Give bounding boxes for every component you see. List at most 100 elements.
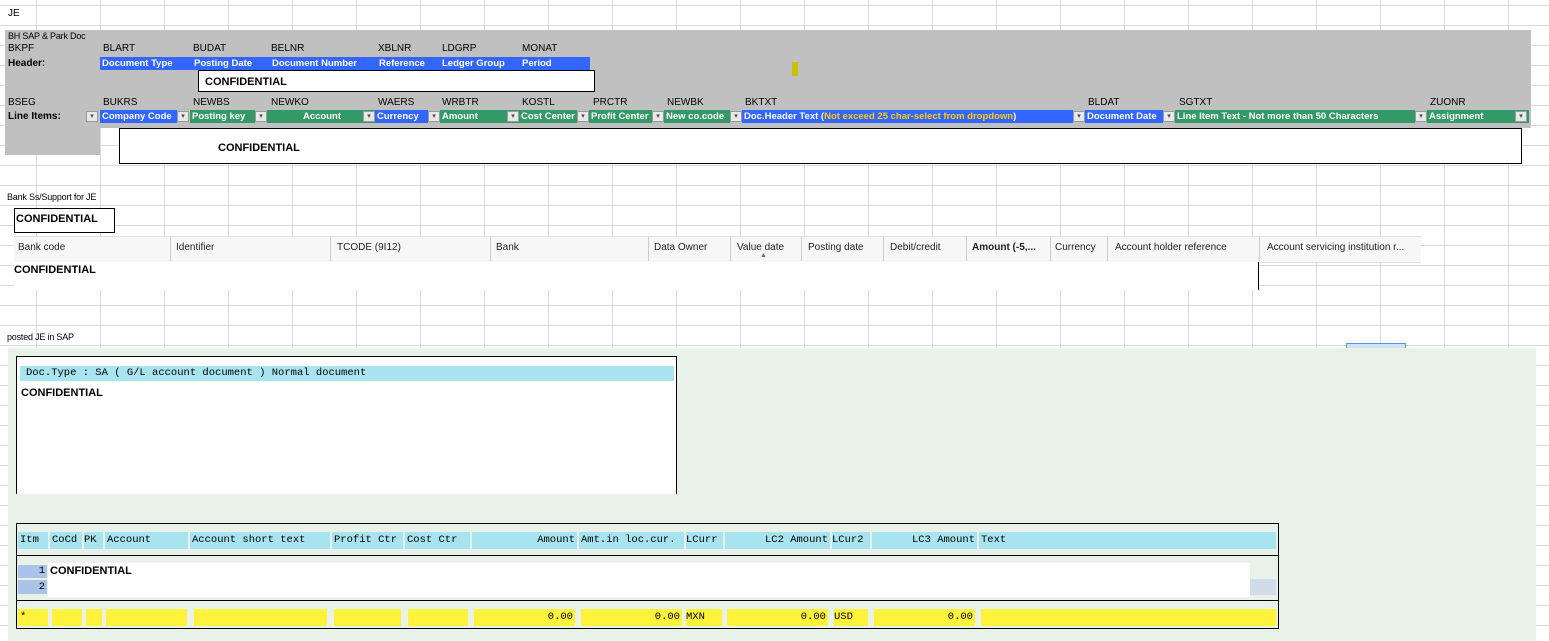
- doc-confidential: CONFIDENTIAL: [21, 387, 103, 399]
- dropdown-arrow-icon[interactable]: ▾: [363, 111, 375, 122]
- col-data-owner[interactable]: Data Owner: [654, 242, 707, 253]
- code-bktxt: BKTXT: [745, 97, 778, 108]
- col-tcode[interactable]: TCODE (9I12): [337, 242, 401, 253]
- confidential-text: CONFIDENTIAL: [218, 142, 300, 154]
- bank-confidential-box: CONFIDENTIAL: [14, 208, 115, 233]
- doc-type-header: Doc.Type : SA ( G/L account document ) N…: [20, 366, 674, 381]
- doc-header-close: ): [1013, 111, 1017, 122]
- field-line-item-text[interactable]: Line Item Text - Not more than 50 Charac…: [1175, 110, 1415, 123]
- th-amt-loc-cur: Amt.in loc.cur.: [579, 532, 684, 549]
- doc-header-text-label: Doc.Header Text (: [744, 111, 825, 122]
- field-doc-header-text[interactable]: Doc.Header Text (Not exceed 25 char-sele…: [742, 110, 1073, 123]
- code-budat: BUDAT: [193, 43, 227, 54]
- code-prctr: PRCTR: [593, 97, 628, 108]
- dropdown-arrow-icon[interactable]: ▾: [577, 111, 589, 122]
- th-pk: PK: [84, 532, 103, 549]
- code-xblnr: XBLNR: [378, 43, 412, 54]
- dropdown-arrow-icon[interactable]: ▾: [255, 111, 267, 122]
- dropdown-arrow-icon[interactable]: ▾: [1415, 111, 1427, 122]
- col-bank-code[interactable]: Bank code: [18, 242, 65, 253]
- th-itm: Itm: [18, 532, 48, 549]
- th-profit-ctr: Profit Ctr: [332, 532, 403, 549]
- dropdown-arrow-icon[interactable]: ▾: [507, 111, 519, 122]
- rows-confidential: CONFIDENTIAL: [50, 565, 132, 577]
- total-lcur2: USD: [834, 609, 868, 626]
- th-amount: Amount: [472, 532, 577, 549]
- rows-confidential-area: [48, 563, 1250, 597]
- dropdown-arrow-icon[interactable]: ▾: [177, 111, 189, 122]
- header-document-type[interactable]: Document Type: [100, 57, 192, 70]
- code-newbs: NEWBS: [193, 97, 230, 108]
- dropdown-arrow-icon[interactable]: ▾: [652, 111, 664, 122]
- total-marker: *: [18, 609, 48, 626]
- field-cost-center[interactable]: Cost Center: [519, 110, 577, 123]
- code-ldgrp: LDGRP: [442, 43, 477, 54]
- field-profit-center[interactable]: Profit Center: [589, 110, 652, 123]
- col-posting-date[interactable]: Posting date: [808, 242, 864, 253]
- yellow-marker: [792, 62, 798, 76]
- dropdown-arrow-icon[interactable]: ▾: [86, 111, 98, 122]
- dropdown-arrow-icon[interactable]: ▾: [428, 111, 440, 122]
- code-sgtxt: SGTXT: [1179, 97, 1213, 108]
- total-pk[interactable]: [86, 609, 102, 626]
- col-currency[interactable]: Currency: [1055, 242, 1096, 253]
- bseg-label: BSEG: [8, 97, 36, 108]
- field-currency[interactable]: Currency: [375, 110, 428, 123]
- dropdown-arrow-icon[interactable]: ▾: [1163, 111, 1175, 122]
- header-period[interactable]: Period: [520, 57, 590, 70]
- th-cocd: CoCd: [50, 532, 82, 549]
- bank-row: [14, 262, 1258, 290]
- total-account[interactable]: [106, 609, 187, 626]
- sort-ascending-icon: ▲: [760, 252, 767, 259]
- field-assignment[interactable]: Assignment: [1427, 110, 1529, 123]
- total-profit-ctr[interactable]: [334, 609, 401, 626]
- header-posting-date[interactable]: Posting Date: [192, 57, 270, 70]
- code-belnr: BELNR: [271, 43, 305, 54]
- dropdown-arrow-icon[interactable]: ▾: [1515, 111, 1527, 122]
- col-account-holder-reference[interactable]: Account holder reference: [1115, 242, 1227, 253]
- sap-panel-left: [5, 128, 100, 155]
- total-short-text[interactable]: [194, 609, 327, 626]
- bank-section-title: Bank Ss/Support for JE: [7, 192, 97, 202]
- confidential-text: CONFIDENTIAL: [16, 213, 98, 225]
- th-account: Account: [105, 532, 188, 549]
- col-account-servicing-institution[interactable]: Account servicing institution r...: [1267, 242, 1404, 253]
- total-amount: 0.00: [474, 609, 575, 626]
- total-lcurr: MXN: [686, 609, 722, 626]
- confidential-text: CONFIDENTIAL: [205, 76, 287, 88]
- row-number-2[interactable]: 2: [18, 580, 47, 594]
- col-identifier[interactable]: Identifier: [176, 242, 214, 253]
- code-zuonr: ZUONR: [1430, 97, 1466, 108]
- field-new-co-code[interactable]: New co.code: [664, 110, 730, 123]
- total-cost-ctr[interactable]: [408, 609, 468, 626]
- total-text[interactable]: [981, 609, 1276, 626]
- dropdown-arrow-icon[interactable]: ▾: [1073, 111, 1085, 122]
- field-document-date[interactable]: Document Date: [1085, 110, 1163, 123]
- total-amt-loc: 0.00: [581, 609, 682, 626]
- total-lc3: 0.00: [874, 609, 975, 626]
- sap-section-title: BH SAP & Park Doc: [8, 31, 86, 41]
- header-reference[interactable]: Reference: [377, 57, 440, 70]
- field-company-code[interactable]: Company Code: [100, 110, 177, 123]
- code-kostl: KOSTL: [522, 97, 555, 108]
- total-cocd[interactable]: [52, 609, 82, 626]
- th-cost-ctr: Cost Ctr: [405, 532, 470, 549]
- field-account[interactable]: Account: [267, 110, 375, 123]
- col-debit-credit[interactable]: Debit/credit: [890, 242, 941, 253]
- th-lc2-amount: LC2 Amount: [725, 532, 830, 549]
- line-items-confidential-box: CONFIDENTIAL: [119, 128, 1522, 164]
- field-posting-key[interactable]: Posting key: [190, 110, 255, 123]
- col-bank[interactable]: Bank: [496, 242, 519, 253]
- th-lcur2: LCur2: [832, 532, 870, 549]
- code-blart: BLART: [103, 43, 136, 54]
- row-number-1[interactable]: 1: [18, 565, 47, 578]
- th-lcurr: LCurr: [686, 532, 723, 549]
- th-text: Text: [979, 532, 1276, 549]
- header-label: Header:: [8, 58, 46, 69]
- header-ledger-group[interactable]: Ledger Group: [440, 57, 520, 70]
- header-confidential-box: CONFIDENTIAL: [198, 70, 595, 92]
- col-amount[interactable]: Amount (-5,...: [972, 242, 1036, 253]
- posted-section-title: posted JE in SAP: [7, 332, 74, 342]
- dropdown-arrow-icon[interactable]: ▾: [730, 111, 742, 122]
- header-document-number[interactable]: Document Number: [270, 57, 377, 70]
